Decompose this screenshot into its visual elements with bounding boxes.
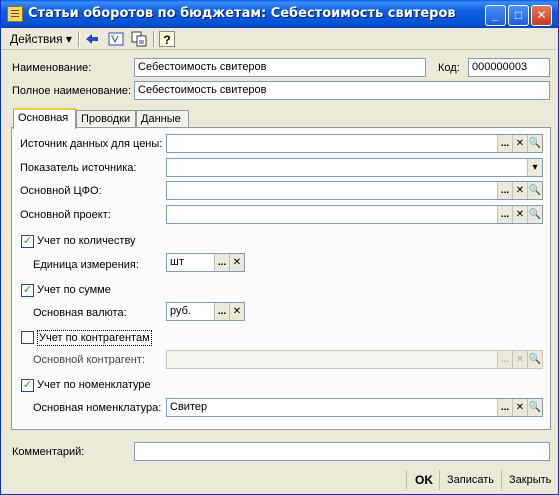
currency-label: Основная валюта: <box>33 307 127 319</box>
code-field[interactable]: 000000003 <box>468 58 550 77</box>
unit-label: Единица измерения: <box>33 259 139 271</box>
by-quantity-checkbox[interactable]: ✓ <box>21 235 34 248</box>
open-search-icon[interactable]: 🔍 <box>527 182 542 199</box>
nomenclature-value: Свитер <box>170 401 208 413</box>
toolbar-divider <box>78 31 79 47</box>
code-label: Код: <box>438 62 460 74</box>
button-divider <box>406 470 407 490</box>
open-search-icon[interactable]: 🔍 <box>527 135 542 152</box>
by-sum-checkbox[interactable]: ✓ <box>21 284 34 297</box>
tab-postings[interactable]: Проводки <box>76 110 136 128</box>
by-contractors-checkbox[interactable] <box>21 331 34 344</box>
tab-data[interactable]: Данные <box>136 110 189 128</box>
tab-main[interactable]: Основная <box>13 108 76 129</box>
button-divider <box>501 470 502 490</box>
by-sum-label: Учет по сумме <box>37 284 111 296</box>
button-divider <box>439 470 440 490</box>
actions-menu-button[interactable]: Действия ▾ <box>7 30 75 48</box>
help-icon[interactable]: ? <box>159 31 175 47</box>
nomenclature-label: Основная номенклатура: <box>33 402 162 414</box>
unit-field[interactable]: шт ... ✕ <box>166 253 245 272</box>
select-button[interactable]: ... <box>497 135 512 152</box>
contractor-label: Основной контрагент: <box>33 354 145 366</box>
open-search-icon[interactable]: 🔍 <box>527 399 542 416</box>
source-indicator-select[interactable]: ▾ <box>166 158 543 177</box>
clear-icon[interactable]: ✕ <box>512 351 527 368</box>
by-nomenclature-checkbox[interactable]: ✓ <box>21 379 34 392</box>
toolbar: Действия ▾ ? <box>2 28 557 50</box>
clear-icon[interactable]: ✕ <box>512 182 527 199</box>
actions-label: Действия <box>10 32 63 46</box>
window-title: Статьи оборотов по бюджетам: Себестоимос… <box>28 6 456 21</box>
clear-icon[interactable]: ✕ <box>512 206 527 223</box>
clear-icon[interactable]: ✕ <box>512 399 527 416</box>
unit-value: шт <box>170 256 184 268</box>
fullname-field[interactable]: Себестоимость свитеров <box>134 81 550 100</box>
select-button[interactable]: ... <box>497 206 512 223</box>
select-button[interactable]: ... <box>497 182 512 199</box>
nomenclature-field[interactable]: Свитер ... ✕ 🔍 <box>166 398 543 417</box>
maximize-button[interactable]: □ <box>508 5 529 26</box>
select-button[interactable]: ... <box>497 351 512 368</box>
price-source-field[interactable]: ... ✕ 🔍 <box>166 134 543 153</box>
by-nomenclature-label: Учет по номенклатуре <box>37 379 151 391</box>
clear-icon[interactable]: ✕ <box>229 303 244 320</box>
name-field[interactable]: Себестоимость свитеров <box>134 58 426 77</box>
source-indicator-label: Показатель источника: <box>20 162 137 174</box>
dropdown-arrow-icon[interactable]: ▾ <box>527 159 542 176</box>
bottom-button-bar: OK Записать Закрыть <box>2 466 557 494</box>
minimize-button[interactable]: _ <box>485 5 506 26</box>
ok-button[interactable]: OK <box>415 472 433 488</box>
budget-item-icon <box>7 6 23 22</box>
chevron-down-icon: ▾ <box>65 32 72 46</box>
open-search-icon[interactable]: 🔍 <box>527 206 542 223</box>
close-button[interactable]: Закрыть <box>509 472 551 488</box>
main-project-label: Основной проект: <box>20 209 111 221</box>
clear-icon[interactable]: ✕ <box>512 135 527 152</box>
by-contractors-label: Учет по контрагентам <box>37 330 152 346</box>
comment-label: Комментарий: <box>12 446 85 458</box>
select-button[interactable]: ... <box>214 254 229 271</box>
currency-value: руб. <box>170 305 191 317</box>
comment-field[interactable] <box>134 442 550 461</box>
title-bar[interactable]: Статьи оборотов по бюджетам: Себестоимос… <box>1 0 558 28</box>
main-cfo-field[interactable]: ... ✕ 🔍 <box>166 181 543 200</box>
toolbar-divider <box>153 31 154 47</box>
back-arrow-icon[interactable] <box>84 31 100 47</box>
dialog-window: Статьи оборотов по бюджетам: Себестоимос… <box>0 0 559 495</box>
contractor-field[interactable]: ... ✕ 🔍 <box>166 350 543 369</box>
linked-documents-icon[interactable] <box>131 31 147 47</box>
by-quantity-label: Учет по количеству <box>37 235 136 247</box>
clear-icon[interactable]: ✕ <box>229 254 244 271</box>
structure-icon[interactable] <box>108 31 124 47</box>
close-window-button[interactable]: ✕ <box>531 5 552 26</box>
fullname-label: Полное наименование: <box>12 85 132 97</box>
save-button[interactable]: Записать <box>447 472 494 488</box>
select-button[interactable]: ... <box>497 399 512 416</box>
price-source-label: Источник данных для цены: <box>20 138 163 150</box>
currency-field[interactable]: руб. ... ✕ <box>166 302 245 321</box>
open-search-icon[interactable]: 🔍 <box>527 351 542 368</box>
select-button[interactable]: ... <box>214 303 229 320</box>
name-label: Наименование: <box>12 62 92 74</box>
main-project-field[interactable]: ... ✕ 🔍 <box>166 205 543 224</box>
main-cfo-label: Основной ЦФО: <box>20 185 102 197</box>
